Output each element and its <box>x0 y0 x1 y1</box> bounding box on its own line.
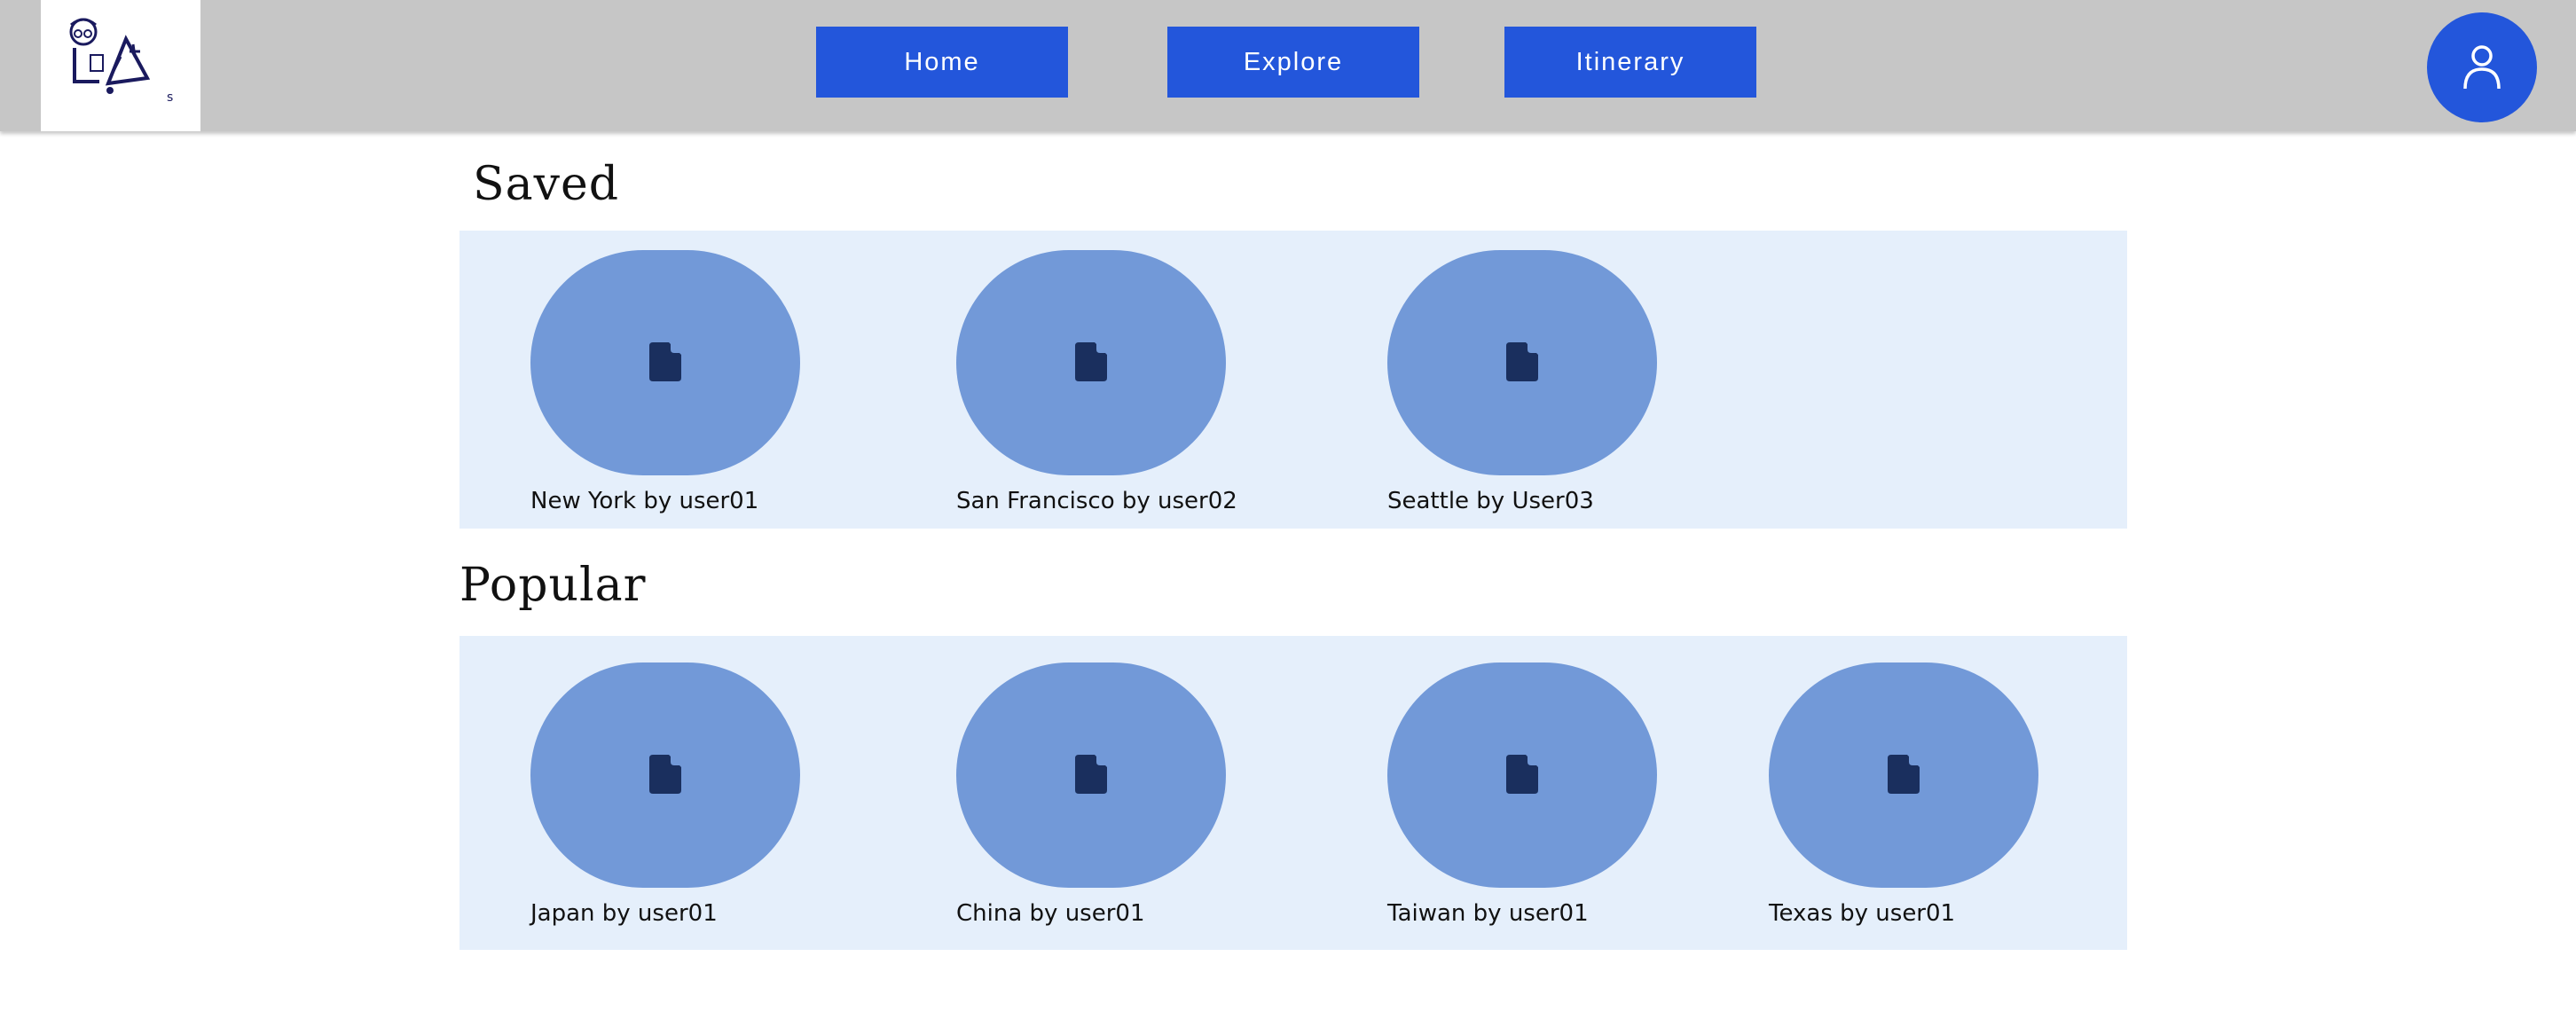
document-icon <box>1506 342 1538 381</box>
popular-card[interactable]: Taiwan by user01 <box>1387 662 1662 927</box>
saved-card[interactable]: San Francisco by user02 <box>956 250 1237 514</box>
popular-card[interactable]: China by user01 <box>956 662 1231 927</box>
card-thumbnail[interactable] <box>956 250 1226 475</box>
document-icon <box>649 755 681 794</box>
card-thumbnail[interactable] <box>530 250 800 475</box>
card-thumbnail[interactable] <box>1387 250 1657 475</box>
nav-explore-label: Explore <box>1243 47 1344 76</box>
document-icon <box>1506 755 1538 794</box>
card-thumbnail[interactable] <box>1387 662 1657 888</box>
svg-text:s: s <box>167 90 173 105</box>
saved-section-title: Saved <box>473 158 620 211</box>
nav-explore-button[interactable]: Explore <box>1167 27 1419 98</box>
user-icon <box>2463 45 2501 90</box>
popular-panel: Japan by user01 China by user01 Taiwan b… <box>459 636 2127 950</box>
card-label[interactable]: New York by user01 <box>530 488 805 514</box>
popular-section-title: Popular <box>459 559 647 612</box>
document-icon <box>1075 342 1107 381</box>
card-thumbnail[interactable] <box>530 662 800 888</box>
document-icon <box>1075 755 1107 794</box>
card-label[interactable]: Japan by user01 <box>530 900 805 927</box>
document-icon <box>649 342 681 381</box>
nav-home-button[interactable]: Home <box>816 27 1068 98</box>
card-label[interactable]: China by user01 <box>956 900 1231 927</box>
logo[interactable]: s <box>41 0 200 131</box>
nav-itinerary-button[interactable]: Itinerary <box>1504 27 1756 98</box>
card-thumbnail[interactable] <box>1769 662 2038 888</box>
popular-card[interactable]: Japan by user01 <box>530 662 805 927</box>
saved-card[interactable]: Seattle by User03 <box>1387 250 1662 514</box>
card-label[interactable]: San Francisco by user02 <box>956 488 1237 514</box>
card-label[interactable]: Taiwan by user01 <box>1387 900 1662 927</box>
card-thumbnail[interactable] <box>956 662 1226 888</box>
saved-panel: New York by user01 San Francisco by user… <box>459 231 2127 529</box>
saved-card[interactable]: New York by user01 <box>530 250 805 514</box>
nav-home-label: Home <box>904 47 980 76</box>
top-bar: s Home Explore Itinerary <box>0 0 2576 131</box>
document-icon <box>1888 755 1920 794</box>
card-label[interactable]: Texas by user01 <box>1769 900 2044 927</box>
profile-button[interactable] <box>2427 12 2537 122</box>
travel-logo-icon: s <box>69 18 173 105</box>
popular-card[interactable]: Texas by user01 <box>1769 662 2044 927</box>
card-label[interactable]: Seattle by User03 <box>1387 488 1662 514</box>
nav-itinerary-label: Itinerary <box>1575 47 1685 76</box>
